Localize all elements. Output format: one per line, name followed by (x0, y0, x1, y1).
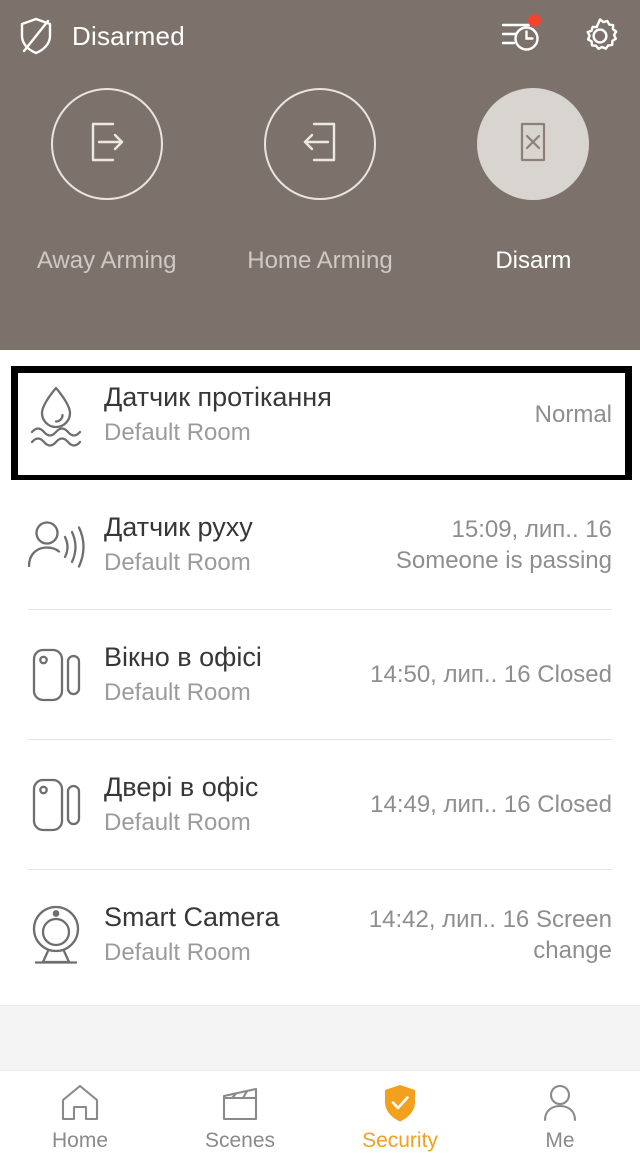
contact-sensor-icon (22, 640, 90, 710)
bottom-navigation: Home Scenes Security Me (0, 1070, 640, 1160)
device-name: Smart Camera (104, 901, 280, 932)
table-row[interactable]: Датчик протікання Default Room Normal (0, 350, 640, 482)
tab-me-label: Me (545, 1129, 575, 1152)
device-name: Датчик руху (104, 511, 253, 542)
status-bar: Disarmed (0, 0, 640, 72)
device-status: 14:50, лип.. 16 Closed (370, 661, 612, 689)
door-enter-left-icon (294, 116, 346, 173)
disarm-label: Disarm (495, 247, 572, 274)
shield-check-icon (377, 1082, 423, 1124)
device-status: 14:42, лип.. 16 Screen change (368, 905, 612, 964)
person-icon (537, 1082, 583, 1124)
notification-badge-dot (528, 14, 541, 27)
contact-sensor-icon (22, 770, 90, 840)
device-info: Двері в офіс Default Room (104, 772, 362, 839)
header-panel: Disarmed Away Arming Home Arming Disarm (0, 0, 640, 350)
camera-icon (22, 900, 90, 970)
table-row[interactable]: Датчик руху Default Room 15:09, лип.. 16… (0, 480, 640, 610)
tab-security[interactable]: Security (320, 1071, 480, 1160)
shield-slash-icon (18, 16, 54, 56)
door-cross-icon (507, 116, 559, 173)
device-room: Default Room (104, 809, 251, 837)
away-arming-label: Away Arming (36, 247, 177, 274)
device-info: Smart Camera Default Room (104, 902, 340, 969)
device-name: Двері в офіс (104, 771, 259, 802)
tab-home-label: Home (51, 1129, 109, 1152)
water-leak-icon (22, 380, 90, 450)
gear-icon[interactable] (578, 14, 622, 58)
tab-me[interactable]: Me (480, 1071, 640, 1160)
device-name: Вікно в офісі (104, 641, 262, 672)
arm-status-text: Disarmed (72, 20, 185, 51)
clapperboard-icon (217, 1082, 263, 1124)
device-list: Датчик протікання Default Room Normal Да… (0, 350, 640, 1000)
history-clock-icon[interactable] (498, 14, 542, 58)
arm-mode-home[interactable]: Home Arming (213, 88, 426, 275)
arm-mode-away[interactable]: Away Arming (0, 88, 213, 275)
device-info: Вікно в офісі Default Room (104, 642, 362, 709)
arm-mode-row: Away Arming Home Arming Disarm (0, 88, 640, 275)
device-room: Default Room (104, 419, 251, 447)
tab-home[interactable]: Home (0, 1071, 160, 1160)
device-name: Датчик протікання (104, 381, 332, 412)
arm-mode-disarm[interactable]: Disarm (427, 88, 640, 275)
security-screen: Disarmed Away Arming Home Arming Disarm … (0, 0, 640, 1160)
device-room: Default Room (104, 939, 251, 967)
door-exit-right-icon (81, 116, 133, 173)
device-room: Default Room (104, 679, 251, 707)
device-status: 15:09, лип.. 16 Someone is passing (395, 515, 612, 574)
list-bottom-spacer (0, 1005, 640, 1070)
device-info: Датчик протікання Default Room (104, 382, 527, 449)
table-row[interactable]: Двері в офіс Default Room 14:49, лип.. 1… (0, 740, 640, 870)
device-room: Default Room (104, 549, 251, 577)
table-row[interactable]: Smart Camera Default Room 14:42, лип.. 1… (0, 870, 640, 1000)
home-arming-label: Home Arming (247, 247, 393, 274)
device-status: Normal (534, 401, 612, 429)
tab-security-label: Security (362, 1129, 438, 1152)
home-icon (57, 1082, 103, 1124)
tab-scenes-label: Scenes (204, 1129, 276, 1152)
header-actions (498, 14, 622, 58)
arm-status-group: Disarmed (18, 16, 498, 56)
device-info: Датчик руху Default Room (104, 512, 388, 579)
home-arming-button[interactable] (263, 88, 376, 200)
tab-scenes[interactable]: Scenes (160, 1071, 320, 1160)
table-row[interactable]: Вікно в офісі Default Room 14:50, лип.. … (0, 610, 640, 740)
disarm-button[interactable] (477, 88, 590, 200)
device-status: 14:49, лип.. 16 Closed (370, 791, 612, 819)
away-arming-button[interactable] (50, 88, 163, 200)
motion-sensor-icon (22, 510, 90, 580)
